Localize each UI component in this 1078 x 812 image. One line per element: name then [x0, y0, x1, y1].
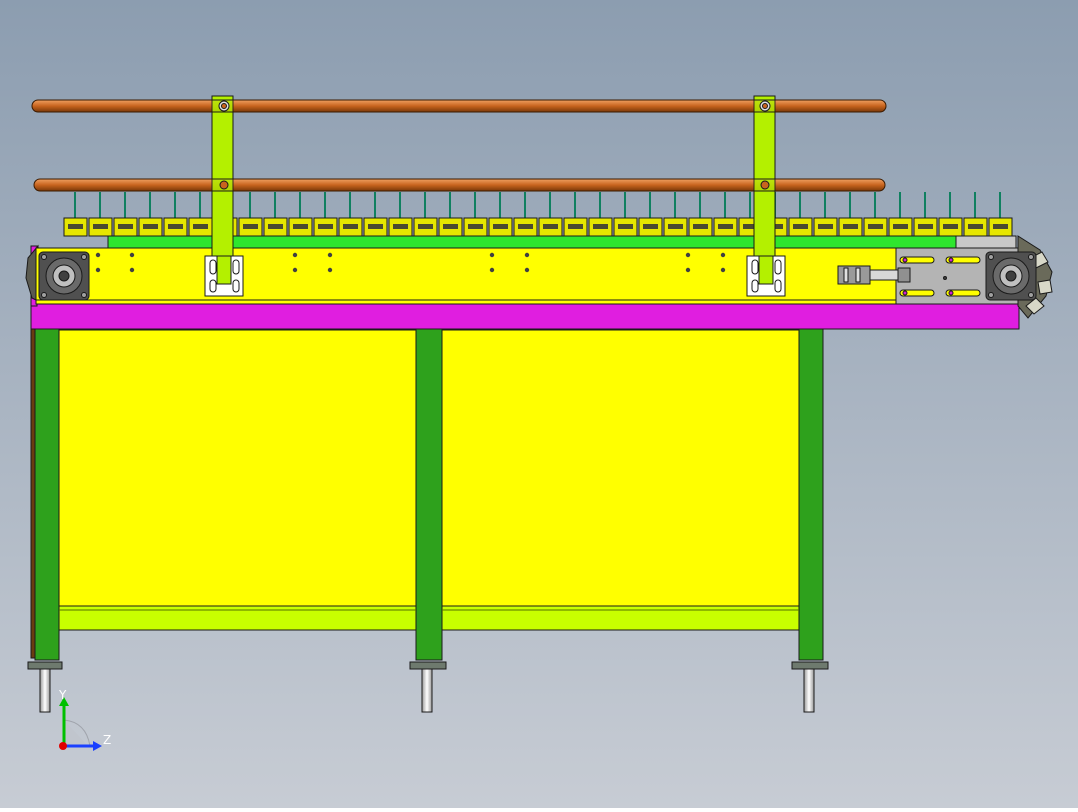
cad-viewport[interactable]: Y Z	[0, 0, 1078, 808]
origin-marker	[59, 742, 67, 750]
right-leg	[798, 327, 824, 661]
mounting-hole	[524, 267, 530, 273]
y-axis-label: Y	[58, 688, 67, 702]
conveyor-drawing: Y Z	[0, 0, 1078, 808]
mounting-hole	[95, 267, 101, 273]
z-axis-label: Z	[103, 733, 111, 747]
mounting-hole	[327, 267, 333, 273]
mounting-hole	[720, 267, 726, 273]
mounting-hole	[685, 252, 691, 258]
mounting-hole	[292, 252, 298, 258]
middle-leg	[415, 327, 443, 661]
mounting-hole	[720, 252, 726, 258]
left-leg	[34, 327, 60, 661]
bearing-right[interactable]	[985, 251, 1037, 301]
mounting-hole	[292, 267, 298, 273]
support-frame	[30, 327, 824, 661]
mounting-hole	[95, 252, 101, 258]
top-rail-right-end	[955, 235, 1017, 249]
mounting-hole	[524, 252, 530, 258]
mounting-hole	[129, 267, 135, 273]
mounting-hole	[685, 267, 691, 273]
left-panel	[58, 329, 417, 607]
mounting-hole	[489, 267, 495, 273]
bearing-left[interactable]	[38, 251, 90, 301]
mounting-hole	[489, 252, 495, 258]
top-guide-rail	[107, 235, 957, 249]
mounting-hole	[129, 252, 135, 258]
side-strip	[30, 303, 1020, 330]
mounting-hole	[327, 252, 333, 258]
right-panel	[441, 329, 800, 607]
